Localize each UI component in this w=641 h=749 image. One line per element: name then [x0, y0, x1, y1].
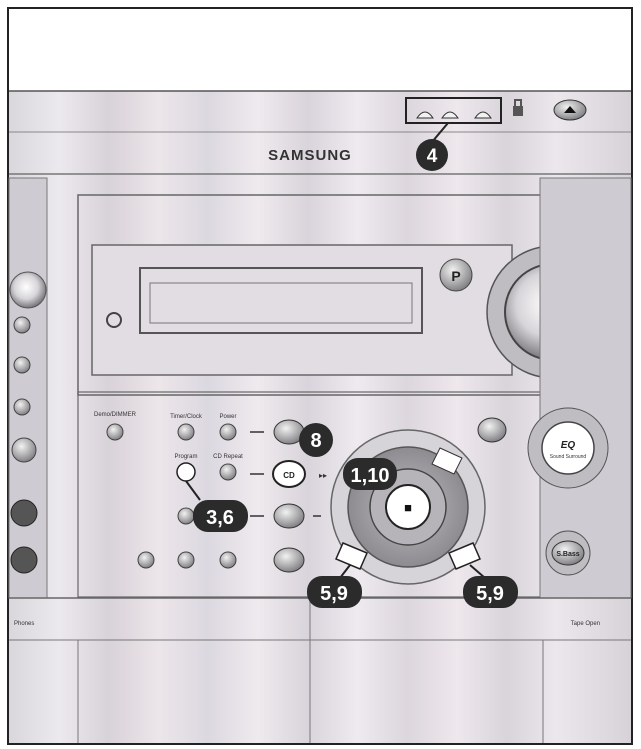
timer-label: Timer/Clock [170, 414, 203, 420]
right-side-column [539, 177, 632, 599]
side-button-4[interactable] [11, 437, 37, 463]
eq-sub-label: Sound Surround [550, 454, 587, 460]
play-mode-button[interactable] [177, 507, 195, 525]
power-label: Power [219, 414, 236, 420]
side-button-2[interactable] [13, 356, 31, 374]
bottom-button-1[interactable] [137, 551, 155, 569]
s-bass-label: S.Bass [556, 551, 579, 558]
phones-label: Phones [14, 621, 34, 627]
cd-repeat-button[interactable] [219, 463, 237, 481]
svg-text:4: 4 [427, 146, 438, 167]
side-button-1[interactable] [13, 316, 31, 334]
bottom-button-2[interactable] [177, 551, 195, 569]
eject-button[interactable] [553, 99, 587, 121]
callout-8: 8 [299, 423, 333, 457]
side-button-3[interactable] [13, 398, 31, 416]
stereo-front-panel-diagram: SAMSUNG P Demo/DIMMER Timer/Clock Power … [7, 7, 633, 745]
power-button[interactable] [219, 423, 237, 441]
phones-jack[interactable] [10, 499, 38, 527]
cd-repeat-label: CD Repeat [213, 454, 243, 460]
left-power-knob[interactable] [9, 271, 47, 309]
svg-text:P: P [451, 268, 460, 284]
cd-function-button[interactable]: CD [272, 460, 306, 488]
svg-text:1,10: 1,10 [351, 465, 390, 487]
eq-label: EQ [561, 440, 576, 451]
callout-1-10: 1,10 [343, 458, 397, 490]
cd-button-label: CD [283, 471, 295, 480]
demo-button[interactable] [106, 423, 124, 441]
tape-open-label: Tape Open [571, 621, 600, 627]
svg-text:8: 8 [310, 430, 321, 452]
program-button[interactable] [176, 462, 196, 482]
skip-arrow-icon: ▸▸ [319, 471, 327, 480]
svg-text:3,6: 3,6 [206, 507, 234, 529]
open-button[interactable] [477, 417, 507, 443]
timer-button[interactable] [177, 423, 195, 441]
stop-icon: ■ [404, 500, 412, 515]
aux-function-button[interactable] [273, 547, 305, 573]
left-side-column [8, 177, 48, 599]
bottom-button-3[interactable] [219, 551, 237, 569]
program-label: Program [174, 454, 197, 460]
brand-logo: SAMSUNG [268, 147, 352, 164]
demo-label: Demo/DIMMER [94, 412, 137, 418]
aux-jack[interactable] [10, 546, 38, 574]
tape-function-button[interactable] [273, 503, 305, 529]
s-bass-button[interactable]: S.Bass [545, 530, 591, 576]
svg-text:5,9: 5,9 [320, 583, 348, 605]
svg-text:5,9: 5,9 [476, 583, 504, 605]
